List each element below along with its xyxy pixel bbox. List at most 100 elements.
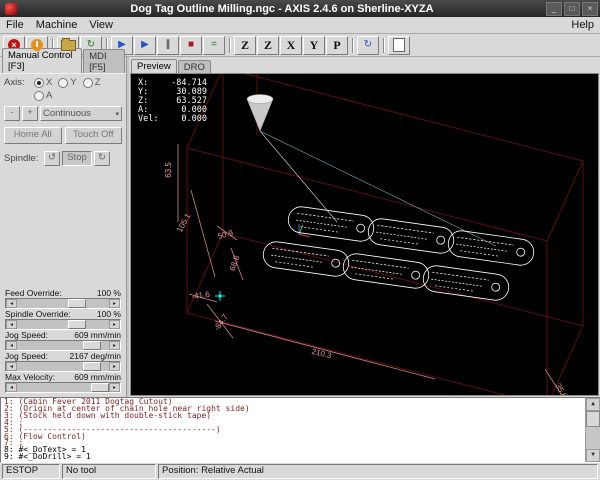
tab-dro[interactable]: DRO [178, 60, 211, 73]
spindle-row: Spindle: ↺ Stop ↻ [4, 151, 122, 166]
jog-speed-label: Jog Speed: [5, 331, 48, 340]
view-perspective-icon: P [333, 39, 340, 51]
maximize-button[interactable]: □ [564, 2, 580, 16]
machine-extents-box [187, 74, 583, 396]
gcode-line[interactable]: 7: ; [4, 440, 584, 447]
slider-right-arrow-icon[interactable]: ▸ [109, 341, 120, 350]
preview-viewport[interactable]: 63.5 105.1 50.9 68.8 -41.6 -84.7 210.3 3… [130, 73, 599, 396]
pause-button[interactable]: ∥ [157, 36, 179, 55]
view-perspective-button[interactable]: P [326, 36, 348, 55]
jog-plus-button[interactable]: + [22, 106, 38, 121]
gcode-line[interactable]: 6: (Flow Control) [4, 434, 584, 441]
jog-speed-angular-label: Jog Speed: [5, 352, 48, 361]
slider-right-arrow-icon[interactable]: ▸ [109, 362, 120, 371]
jog-minus-button[interactable]: - [4, 106, 20, 121]
gcode-line[interactable]: 8: #<_DoText> = 1 [4, 447, 584, 454]
scroll-up-icon[interactable]: ▲ [586, 398, 600, 411]
slider-track[interactable] [17, 383, 109, 392]
jog-speed-angular-slider[interactable]: ◂ ▸ [5, 361, 121, 372]
menu-help[interactable]: Help [571, 19, 594, 31]
spindle-stop-button[interactable]: Stop [62, 151, 92, 166]
slider-thumb[interactable] [68, 320, 86, 329]
spindle-cw-button[interactable]: ↻ [94, 151, 110, 166]
menu-file[interactable]: File [6, 19, 24, 31]
clear-plot-button[interactable] [388, 36, 410, 55]
gcode-line[interactable]: 9: #<_DoDrill> = 1 [4, 454, 584, 461]
slider-thumb[interactable] [83, 341, 101, 350]
tab-manual-control[interactable]: Manual Control [F3] [2, 48, 82, 73]
slider-left-arrow-icon[interactable]: ◂ [6, 341, 17, 350]
app-icon[interactable] [5, 3, 17, 15]
jog-speed-value: 609 mm/min [74, 331, 121, 340]
sliders-section: Feed Override: 100 % ◂ ▸ Spindle Overrid… [4, 288, 122, 394]
gcode-listing[interactable]: 1: (Cabin Fever 2011 Dogtag Cutout) 2: (… [0, 397, 600, 463]
preview-panel: Preview DRO [129, 57, 600, 397]
view-front-button[interactable]: Y [303, 36, 325, 55]
slider-left-arrow-icon[interactable]: ◂ [6, 299, 17, 308]
scrollbar-track[interactable] [586, 411, 600, 449]
origin-axes-icon [299, 224, 310, 237]
slider-right-arrow-icon[interactable]: ▸ [109, 320, 120, 329]
slider-right-arrow-icon[interactable]: ▸ [109, 299, 120, 308]
slider-left-arrow-icon[interactable]: ◂ [6, 383, 17, 392]
gcode-line[interactable]: 3: (Stock held down with double-stick ta… [4, 413, 584, 420]
feed-override-slider[interactable]: ◂ ▸ [5, 298, 121, 309]
slider-left-arrow-icon[interactable]: ◂ [6, 362, 17, 371]
run-step-button[interactable]: ▶ [134, 36, 156, 55]
slider-right-arrow-icon[interactable]: ▸ [109, 383, 120, 392]
touch-off-button[interactable]: Touch Off [65, 127, 123, 144]
jog-speed-slider[interactable]: ◂ ▸ [5, 340, 121, 351]
feed-override-value: 100 % [97, 289, 121, 298]
stop-button[interactable]: ■ [180, 36, 202, 55]
statusbar: ESTOP No tool Position: Relative Actual [0, 463, 600, 480]
view-rotated-top-button[interactable]: Z [257, 36, 279, 55]
slider-track[interactable] [17, 299, 109, 308]
axis-select-row: Axis: X Y Z [4, 77, 122, 88]
slider-track[interactable] [17, 320, 109, 329]
view-top-button[interactable]: Z [234, 36, 256, 55]
home-all-button[interactable]: Home All [4, 127, 62, 144]
slider-track[interactable] [17, 341, 109, 350]
menu-machine[interactable]: Machine [36, 19, 78, 31]
manual-control-pane: Axis: X Y Z [0, 73, 126, 397]
axis-radio-a[interactable]: A [34, 90, 52, 101]
view-side-button[interactable]: X [280, 36, 302, 55]
tab-preview[interactable]: Preview [131, 59, 177, 73]
spindle-override-slider[interactable]: ◂ ▸ [5, 319, 121, 330]
slider-left-arrow-icon[interactable]: ◂ [6, 320, 17, 329]
window-title: Dog Tag Outline Milling.ngc - AXIS 2.4.6… [20, 3, 544, 15]
scroll-down-icon[interactable]: ▼ [586, 449, 600, 462]
dogtag-outline [342, 252, 431, 290]
preview-canvas[interactable]: 63.5 105.1 50.9 68.8 -41.6 -84.7 210.3 3… [131, 74, 599, 396]
tool-cone [247, 95, 273, 132]
gcode-line[interactable]: 5: (------------------------------------… [4, 427, 584, 434]
jog-increment-select[interactable]: Continuous ▾ [40, 106, 122, 121]
spindle-ccw-button[interactable]: ↺ [44, 151, 60, 166]
jog-increment-value: Continuous [43, 108, 91, 119]
max-velocity-slider[interactable]: ◂ ▸ [5, 382, 121, 393]
tab-mdi[interactable]: MDI [F5] [83, 49, 125, 73]
spindle-override-value: 100 % [97, 310, 121, 319]
gcode-scrollbar[interactable]: ▲ ▼ [585, 398, 600, 462]
slider-thumb[interactable] [68, 299, 86, 308]
scrollbar-thumb[interactable] [586, 411, 600, 427]
axis-a-label: A [46, 90, 52, 101]
view-rotated-top-icon: Z [264, 39, 272, 51]
axis-radio-x[interactable]: X [34, 77, 52, 88]
skip-lines-button[interactable]: = [203, 36, 225, 55]
dogtag-outline [367, 217, 456, 255]
menu-view[interactable]: View [89, 19, 113, 31]
rotate-view-button[interactable]: ↻ [357, 36, 379, 55]
slider-thumb[interactable] [91, 383, 109, 392]
close-button[interactable]: × [582, 2, 598, 16]
max-velocity-label: Max Velocity: [5, 373, 55, 382]
axis-radio-z[interactable]: Z [83, 77, 101, 88]
minimize-button[interactable]: _ [546, 2, 562, 16]
slider-thumb[interactable] [83, 362, 101, 371]
dim-height: 63.5 [164, 162, 173, 178]
axis-radio-y[interactable]: Y [58, 77, 76, 88]
titlebar[interactable]: Dog Tag Outline Milling.ngc - AXIS 2.4.6… [0, 0, 600, 17]
view-top-icon: Z [241, 39, 249, 51]
axis-x-label: X [46, 77, 52, 88]
slider-track[interactable] [17, 362, 109, 371]
